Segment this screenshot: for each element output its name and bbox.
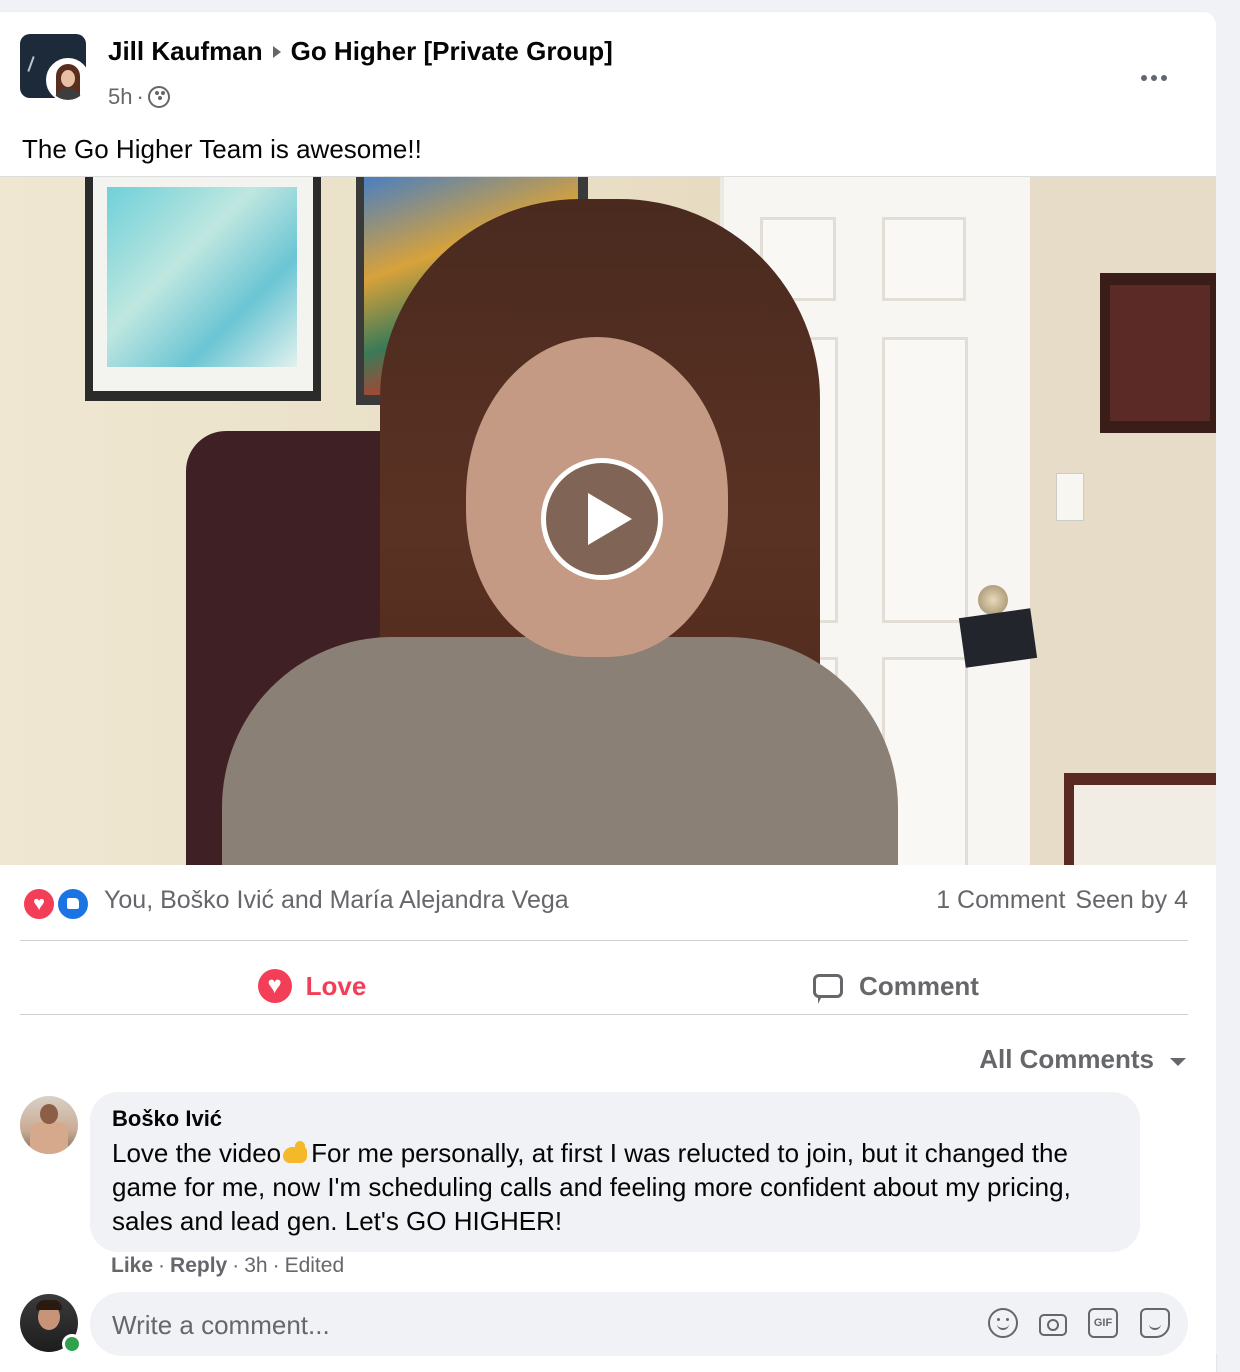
post-meta: 5h ·	[108, 84, 170, 110]
separator: ·	[158, 1254, 166, 1277]
divider	[20, 1014, 1188, 1015]
comment-count[interactable]: 1 Comment	[936, 886, 1065, 914]
play-icon[interactable]	[541, 458, 663, 580]
like-reaction-icon	[56, 887, 90, 921]
online-status-dot	[62, 1334, 82, 1354]
heart-icon	[257, 969, 292, 1003]
reaction-icons[interactable]	[22, 887, 94, 921]
comment-like-button[interactable]: Like	[111, 1254, 153, 1277]
post-card: Jill Kaufman Go Higher [Private Group] 5h…	[0, 12, 1216, 1372]
love-reaction-icon	[22, 887, 56, 921]
author-avatar[interactable]	[46, 58, 90, 102]
comment-input-placeholder: Write a comment...	[112, 1310, 330, 1340]
seen-by-count[interactable]: Seen by 4	[1075, 886, 1188, 914]
comment-author[interactable]: Boško Ivić	[112, 1106, 222, 1132]
comment-actions: Like · Reply · 3h · Edited	[111, 1254, 344, 1278]
page-background	[1216, 0, 1240, 1354]
group-privacy-icon	[147, 86, 170, 108]
love-button[interactable]: Love	[20, 956, 604, 1016]
post-header-title: Jill Kaufman Go Higher [Private Group]	[108, 36, 613, 67]
commenter-avatar[interactable]	[20, 1096, 78, 1154]
more-options-icon[interactable]	[1130, 62, 1178, 94]
love-label: Love	[305, 970, 367, 1001]
post-counts: 1 Comment Seen by 4	[926, 886, 1188, 915]
comment-bubble-icon	[813, 974, 844, 1004]
reactions-summary: You, Boško Ivić and María Alejandra Vega…	[22, 884, 1188, 921]
reactors-list[interactable]: You, Boško Ivić and María Alejandra Vega	[104, 886, 569, 915]
video-player[interactable]	[0, 176, 1216, 865]
author-name-link[interactable]: Jill Kaufman	[108, 36, 263, 66]
comments-filter-dropdown[interactable]: All Comments	[979, 1044, 1186, 1075]
comment-label: Comment	[859, 970, 979, 1001]
divider	[20, 940, 1188, 941]
post-text: The Go Higher Team is awesome!!	[22, 134, 422, 164]
separator: ·	[232, 1254, 240, 1277]
group-name-link[interactable]: Go Higher [Private Group]	[291, 36, 613, 66]
comment-input[interactable]: Write a comment... GIF	[90, 1292, 1188, 1356]
comments-filter-label: All Comments	[979, 1044, 1154, 1074]
comment-edited-label[interactable]: Edited	[285, 1254, 345, 1277]
triangle-arrow-icon	[272, 46, 281, 59]
meta-separator: ·	[136, 84, 144, 109]
caret-down-icon	[1170, 1057, 1186, 1066]
camera-icon[interactable]	[1038, 1308, 1068, 1338]
comment-bubble: Boško Ivić Love the video For me personal…	[90, 1092, 1140, 1252]
comment-text-start: Love the video	[112, 1138, 282, 1168]
comment-text: Love the video For me personally, at firs…	[112, 1136, 1122, 1238]
sticker-icon[interactable]	[1140, 1308, 1170, 1338]
emoji-icon[interactable]	[988, 1308, 1018, 1338]
gif-icon[interactable]: GIF	[1088, 1308, 1118, 1338]
flexed-biceps-emoji	[281, 1139, 311, 1165]
separator: ·	[272, 1254, 280, 1277]
comment-timestamp[interactable]: 3h	[244, 1254, 267, 1277]
current-user-avatar[interactable]	[20, 1294, 82, 1354]
comment-reply-button[interactable]: Reply	[170, 1254, 227, 1277]
comment-button[interactable]: Comment	[604, 956, 1188, 1016]
post-timestamp[interactable]: 5h	[108, 84, 132, 110]
